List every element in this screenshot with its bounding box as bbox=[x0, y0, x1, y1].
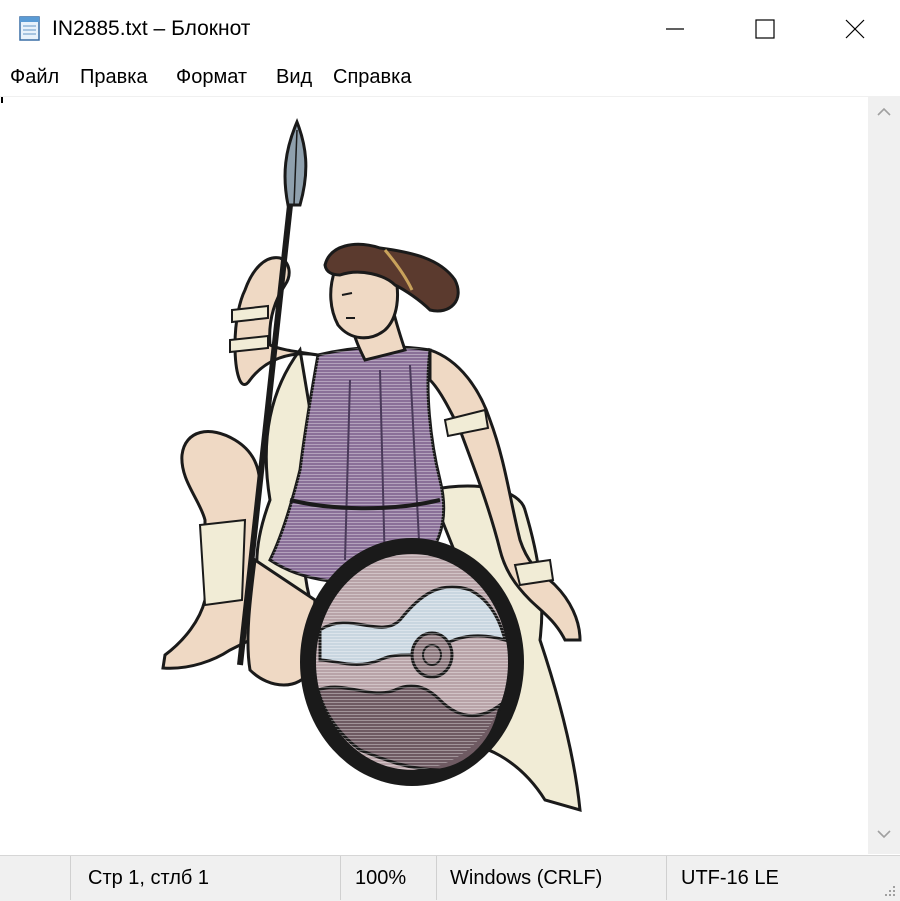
encoding: UTF-16 LE bbox=[681, 867, 779, 889]
zoom-level: 100% bbox=[355, 867, 407, 889]
cursor-position: Стр 1, стлб 1 bbox=[88, 867, 210, 889]
status-separator bbox=[340, 856, 341, 900]
status-separator bbox=[666, 856, 667, 900]
line-endings: Windows (CRLF) bbox=[450, 867, 603, 889]
status-separator bbox=[70, 856, 71, 900]
vertical-scrollbar[interactable] bbox=[868, 96, 900, 854]
status-separator bbox=[436, 856, 437, 900]
ascii-art-figure bbox=[161, 118, 582, 813]
status-bar: Стр 1, стлб 1 100% Windows (CRLF) UTF-16… bbox=[0, 855, 900, 901]
scroll-down-icon[interactable] bbox=[876, 828, 892, 840]
shield-texture bbox=[316, 554, 508, 770]
left-greave bbox=[198, 518, 247, 607]
resize-grip-icon[interactable] bbox=[883, 884, 897, 898]
wrist-band bbox=[513, 558, 555, 587]
scroll-up-icon[interactable] bbox=[876, 106, 892, 118]
